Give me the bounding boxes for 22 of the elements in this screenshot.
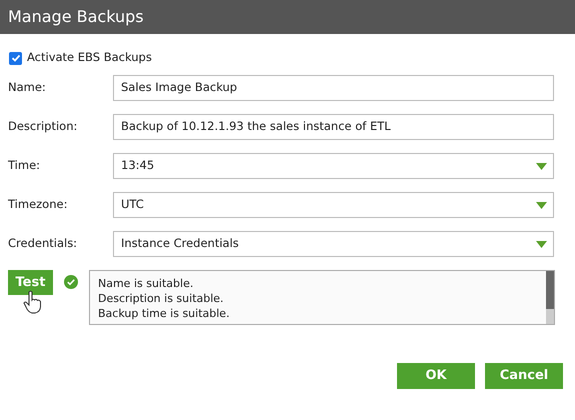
field-label: Name: <box>7 79 47 96</box>
checkbox[interactable] <box>9 52 22 64</box>
dropdown[interactable]: UTC <box>113 192 554 218</box>
caret-icon <box>536 240 547 248</box>
field-label: Credentials: <box>7 235 78 252</box>
dropdown[interactable]: Instance Credentials <box>113 231 554 257</box>
hand-cursor-icon <box>23 290 43 314</box>
caret-icon <box>536 162 547 170</box>
log-line: Description is suitable. <box>98 291 225 306</box>
field-label: Timezone: <box>7 196 68 214</box>
scrollbar[interactable] <box>546 271 554 324</box>
log-line: Backup time is suitable. <box>98 306 231 321</box>
window-title: Manage Backups <box>8 6 144 28</box>
caret-icon <box>536 202 547 208</box>
field-label: Time: <box>7 157 42 174</box>
check-circle-icon <box>64 275 78 289</box>
input-field[interactable]: Sales Image Backup <box>113 75 554 101</box>
log-line: Name is suitable. <box>98 276 194 291</box>
dropdown[interactable]: 13:45 <box>113 153 554 179</box>
field-label: Description: <box>7 118 78 136</box>
checkbox-label: Activate EBS Backups <box>27 49 152 66</box>
input-field[interactable]: Backup of 10.12.1.93 the sales instance of ETL <box>113 114 554 140</box>
